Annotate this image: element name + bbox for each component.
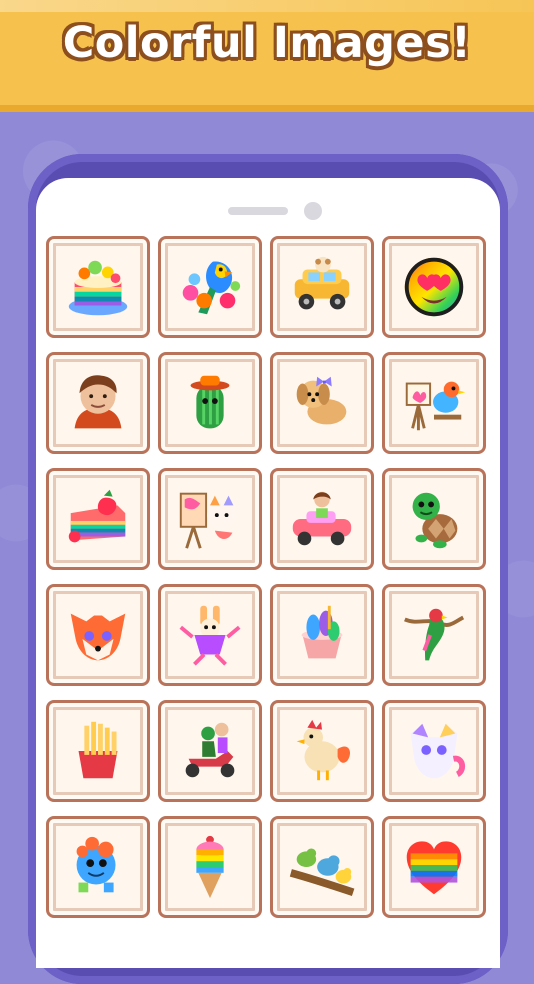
- ice-cream-cup-icon: [282, 597, 362, 673]
- image-card[interactable]: [382, 700, 486, 802]
- image-card[interactable]: [46, 468, 150, 570]
- image-card[interactable]: [158, 236, 262, 338]
- bird-easel-icon: [394, 365, 474, 441]
- phone-speaker: [228, 207, 288, 215]
- image-card[interactable]: [158, 352, 262, 454]
- ice-cream-cone-icon: [170, 829, 250, 905]
- rabbit-dancer-icon: [170, 597, 250, 673]
- birds-branch-icon: [282, 829, 362, 905]
- image-grid: [46, 236, 490, 918]
- image-card[interactable]: [270, 584, 374, 686]
- image-card[interactable]: [270, 236, 374, 338]
- puppy-bow-icon: [282, 365, 362, 441]
- image-card[interactable]: [270, 700, 374, 802]
- image-card[interactable]: [46, 352, 150, 454]
- image-card[interactable]: [382, 584, 486, 686]
- image-card[interactable]: [46, 700, 150, 802]
- fox-face-icon: [58, 597, 138, 673]
- image-card[interactable]: [382, 816, 486, 918]
- heart-eyes-emoji-icon: [394, 249, 474, 325]
- image-card[interactable]: [46, 236, 150, 338]
- scooter-riders-icon: [170, 713, 250, 789]
- image-card[interactable]: [382, 352, 486, 454]
- image-card[interactable]: [46, 816, 150, 918]
- french-fries-icon: [58, 713, 138, 789]
- image-card[interactable]: [270, 468, 374, 570]
- strawberry-cake-icon: [58, 481, 138, 557]
- rooster-icon: [282, 713, 362, 789]
- image-card[interactable]: [382, 236, 486, 338]
- turtle-icon: [394, 481, 474, 557]
- fluffy-cat-icon: [394, 713, 474, 789]
- baby-dinosaur-icon: [58, 829, 138, 905]
- rainbow-heart-icon: [394, 829, 474, 905]
- image-card[interactable]: [382, 468, 486, 570]
- top-banner: Colorful Images!: [0, 0, 534, 112]
- image-card[interactable]: [46, 584, 150, 686]
- phone-screen: [36, 178, 500, 968]
- parrot-branch-icon: [394, 597, 474, 673]
- parrot-flowers-icon: [170, 249, 250, 325]
- image-card[interactable]: [158, 816, 262, 918]
- girl-car-icon: [282, 481, 362, 557]
- cactus-hat-icon: [170, 365, 250, 441]
- boy-portrait-icon: [58, 365, 138, 441]
- image-card[interactable]: [158, 468, 262, 570]
- image-card[interactable]: [270, 816, 374, 918]
- image-card[interactable]: [270, 352, 374, 454]
- phone-camera: [304, 202, 322, 220]
- image-card[interactable]: [158, 584, 262, 686]
- banner-title: Colorful Images!: [62, 18, 472, 68]
- dog-car-icon: [282, 249, 362, 325]
- image-card[interactable]: [158, 700, 262, 802]
- cat-painter-icon: [170, 481, 250, 557]
- rainbow-cake-icon: [58, 249, 138, 325]
